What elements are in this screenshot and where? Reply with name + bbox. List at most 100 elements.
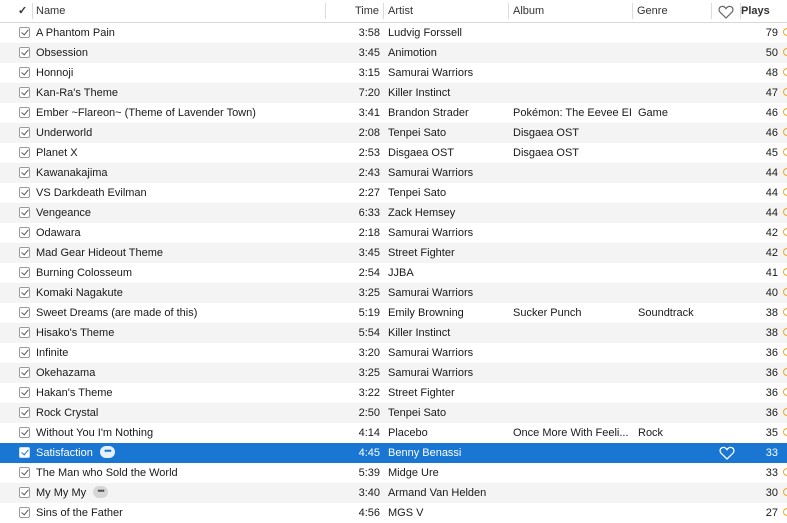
column-plays[interactable]: Plays xyxy=(741,0,787,22)
track-row[interactable]: Odawara 2:18 Samurai Warriors 42 xyxy=(0,223,787,243)
love-cell[interactable] xyxy=(714,383,740,403)
heart-icon[interactable] xyxy=(714,446,740,460)
love-cell[interactable] xyxy=(714,243,740,263)
love-cell[interactable] xyxy=(714,263,740,283)
track-row[interactable]: Mad Gear Hideout Theme 3:45 Street Fighter… xyxy=(0,243,787,263)
track-checkbox[interactable] xyxy=(19,87,30,98)
track-row[interactable]: Without You I'm Nothing 4:14 Placebo Once M… xyxy=(0,423,787,443)
column-time[interactable]: Time xyxy=(326,0,381,22)
love-cell[interactable] xyxy=(714,363,740,383)
track-row[interactable]: Sweet Dreams (are made of this) 5:19 Emily… xyxy=(0,303,787,323)
love-cell[interactable] xyxy=(714,343,740,363)
track-row[interactable]: A Phantom Pain 3:58 Ludvig Forssell 79 xyxy=(0,23,787,43)
column-divider[interactable] xyxy=(383,3,384,19)
track-checkbox[interactable] xyxy=(19,367,30,378)
track-checkbox[interactable] xyxy=(19,427,30,438)
track-row[interactable]: Hakan's Theme 3:22 Street Fighter 36 xyxy=(0,383,787,403)
track-artist: Placebo xyxy=(388,423,506,443)
track-artist: Tenpei Sato xyxy=(388,403,506,423)
track-checkbox[interactable] xyxy=(19,167,30,178)
track-row[interactable]: Honnoji 3:15 Samurai Warriors 48 xyxy=(0,63,787,83)
track-row[interactable]: Kawanakajima 2:43 Samurai Warriors 44 xyxy=(0,163,787,183)
track-checkbox[interactable] xyxy=(19,327,30,338)
track-checkbox[interactable] xyxy=(19,507,30,518)
track-row[interactable]: Underworld 2:08 Tenpei Sato Disgaea OST 46 xyxy=(0,123,787,143)
love-cell[interactable] xyxy=(714,183,740,203)
column-artist[interactable]: Artist xyxy=(385,0,507,22)
love-cell[interactable] xyxy=(714,503,740,523)
track-checkbox[interactable] xyxy=(19,467,30,478)
love-cell[interactable] xyxy=(714,143,740,163)
track-plays: 46 xyxy=(740,123,778,143)
love-cell[interactable] xyxy=(714,483,740,503)
love-cell[interactable] xyxy=(714,23,740,43)
love-cell[interactable] xyxy=(714,163,740,183)
track-checkbox[interactable] xyxy=(19,487,30,498)
track-row[interactable]: Kan-Ra's Theme 7:20 Killer Instinct 47 xyxy=(0,83,787,103)
track-row[interactable]: Hisako's Theme 5:54 Killer Instinct 38 xyxy=(0,323,787,343)
track-name-text: Infinite xyxy=(36,347,69,359)
more-options-button[interactable]: ••• xyxy=(99,446,115,459)
track-checkbox[interactable] xyxy=(19,127,30,138)
track-checkbox[interactable] xyxy=(19,47,30,58)
track-row[interactable]: VS Darkdeath Evilman 2:27 Tenpei Sato 44 xyxy=(0,183,787,203)
track-row[interactable]: Burning Colosseum 2:54 JJBA 41 xyxy=(0,263,787,283)
track-row[interactable]: Planet X 2:53 Disgaea OST Disgaea OST 45 xyxy=(0,143,787,163)
column-love[interactable] xyxy=(712,0,740,22)
track-checkbox[interactable] xyxy=(19,67,30,78)
track-checkbox[interactable] xyxy=(19,347,30,358)
love-cell[interactable] xyxy=(714,403,740,423)
track-checkbox[interactable] xyxy=(19,287,30,298)
track-plays-text: 79 xyxy=(765,27,778,39)
more-options-button[interactable]: ••• xyxy=(93,486,109,499)
track-checkbox[interactable] xyxy=(19,207,30,218)
love-cell[interactable] xyxy=(714,283,740,303)
love-cell[interactable] xyxy=(714,423,740,443)
love-cell[interactable] xyxy=(714,123,740,143)
track-checkbox[interactable] xyxy=(19,267,30,278)
track-checkbox[interactable] xyxy=(19,247,30,258)
love-cell[interactable] xyxy=(714,323,740,343)
track-checkbox[interactable] xyxy=(19,387,30,398)
track-checkbox[interactable] xyxy=(19,407,30,418)
circle-icon xyxy=(783,268,787,276)
track-checkbox[interactable] xyxy=(19,107,30,118)
track-row[interactable]: Okehazama 3:25 Samurai Warriors 36 xyxy=(0,363,787,383)
love-cell[interactable] xyxy=(714,303,740,323)
track-checkbox[interactable] xyxy=(19,227,30,238)
love-cell[interactable] xyxy=(714,63,740,83)
column-divider[interactable] xyxy=(508,3,509,19)
column-genre[interactable]: Genre xyxy=(634,0,710,22)
column-check[interactable]: ✓ xyxy=(15,0,33,22)
track-row[interactable]: My My My ••• 3:40 Armand Van Helden 30 xyxy=(0,483,787,503)
love-cell[interactable] xyxy=(714,83,740,103)
track-row[interactable]: Satisfaction ••• 4:45 Benny Benassi 33 xyxy=(0,443,787,463)
track-checkbox[interactable] xyxy=(19,447,30,458)
track-row[interactable]: Sins of the Father 4:56 MGS V 27 xyxy=(0,503,787,523)
track-checkbox[interactable] xyxy=(19,187,30,198)
track-row[interactable]: The Man who Sold the World 5:39 Midge Ure 3… xyxy=(0,463,787,483)
track-album xyxy=(513,323,631,343)
love-cell[interactable] xyxy=(714,43,740,63)
love-cell[interactable] xyxy=(714,103,740,123)
column-album[interactable]: Album xyxy=(510,0,630,22)
track-row[interactable]: Ember ~Flareon~ (Theme of Lavender Town)… xyxy=(0,103,787,123)
track-checkbox[interactable] xyxy=(19,27,30,38)
love-cell[interactable] xyxy=(714,203,740,223)
love-cell[interactable] xyxy=(714,443,740,463)
track-row[interactable]: Infinite 3:20 Samurai Warriors 36 xyxy=(0,343,787,363)
love-cell[interactable] xyxy=(714,223,740,243)
track-row[interactable]: Komaki Nagakute 3:25 Samurai Warriors 40 xyxy=(0,283,787,303)
track-plays-text: 30 xyxy=(765,487,778,499)
track-time-text: 6:33 xyxy=(358,207,380,219)
column-name[interactable]: Name xyxy=(33,0,323,22)
track-plays-text: 38 xyxy=(765,327,778,339)
track-checkbox[interactable] xyxy=(19,307,30,318)
column-divider[interactable] xyxy=(632,3,633,19)
track-checkbox[interactable] xyxy=(19,147,30,158)
circle-icon xyxy=(783,248,787,256)
track-row[interactable]: Obsession 3:45 Animotion 50 xyxy=(0,43,787,63)
love-cell[interactable] xyxy=(714,463,740,483)
track-row[interactable]: Vengeance 6:33 Zack Hemsey 44 xyxy=(0,203,787,223)
track-row[interactable]: Rock Crystal 2:50 Tenpei Sato 36 xyxy=(0,403,787,423)
